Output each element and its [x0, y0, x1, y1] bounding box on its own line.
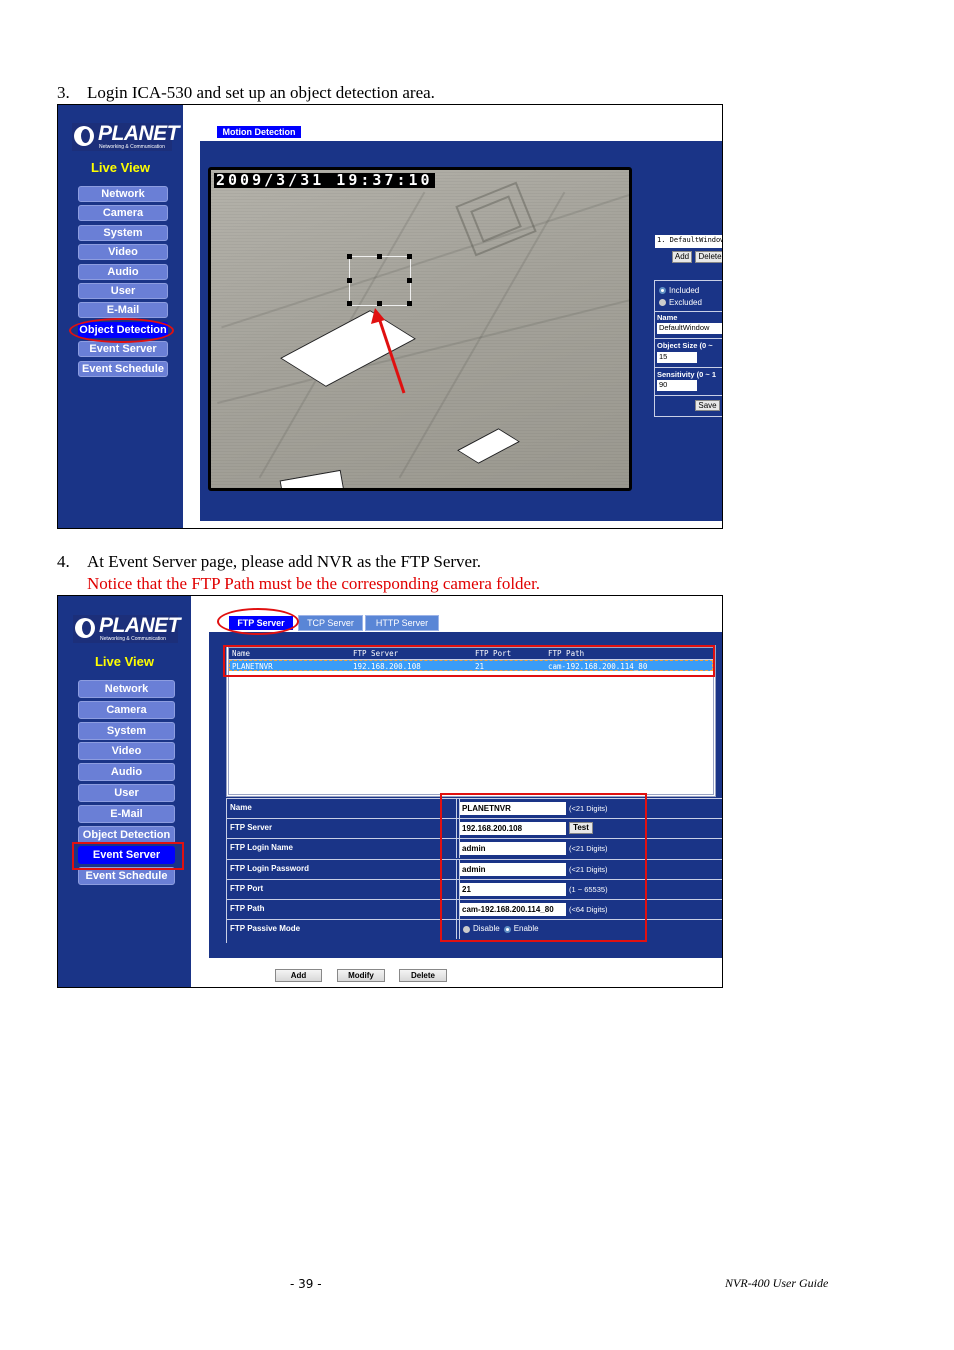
name-input[interactable]: DefaultWindow	[657, 323, 722, 334]
sidebar-item-object-detection[interactable]: Object Detection	[78, 825, 175, 844]
highlight-oval-object-detection	[69, 318, 174, 343]
divider	[655, 311, 722, 312]
tab-tcp-server[interactable]: TCP Server	[298, 615, 363, 631]
sidebar-item-network[interactable]: Network	[78, 186, 168, 202]
sidebar-item-user[interactable]: User	[78, 784, 175, 802]
highlight-box-event-server	[72, 842, 184, 870]
sensitivity-label: Sensitivity (0 ~ 1	[657, 370, 716, 379]
step-text: Login ICA-530 and set up an object detec…	[87, 83, 435, 102]
object-detection-screenshot: PLANET Networking & Communication Live V…	[57, 104, 723, 529]
sidebar-item-video[interactable]: Video	[78, 742, 175, 761]
video-timestamp: 2009/3/31 19:37:10	[214, 171, 435, 189]
tab-http-server[interactable]: HTTP Server	[365, 615, 439, 631]
page-number: - 39 -	[290, 1277, 322, 1291]
step-text: At Event Server page, please add NVR as …	[87, 552, 482, 571]
name-label: Name	[230, 803, 252, 812]
sidebar-item-audio[interactable]: Audio	[78, 763, 175, 782]
tab-motion-detection[interactable]: Motion Detection	[216, 125, 302, 139]
name-label: Name	[657, 313, 678, 322]
step-number: 3.	[57, 83, 70, 102]
excluded-radio[interactable]: Excluded	[659, 298, 702, 307]
delete-window-button[interactable]: Delete	[695, 251, 722, 263]
sidebar-item-video[interactable]: Video	[78, 244, 168, 261]
window-settings-form: Included Excluded Name DefaultWindow Obj…	[654, 280, 722, 417]
step-4-heading: 4. At Event Server page, please add NVR a…	[57, 552, 481, 572]
resize-handle[interactable]	[347, 301, 352, 306]
radio-off-icon	[659, 299, 666, 307]
resize-handle[interactable]	[347, 254, 352, 259]
ftp-port-label: FTP Port	[230, 883, 264, 893]
planet-logo: PLANET Networking & Communication	[73, 614, 181, 643]
sensitivity-input[interactable]: 90	[657, 380, 697, 391]
sidebar-item-camera[interactable]: Camera	[78, 700, 175, 719]
step-number: 4.	[57, 552, 70, 571]
sidebar-item-event-server[interactable]: Event Server	[78, 341, 168, 358]
highlight-box-fields	[440, 793, 647, 942]
planet-logo: PLANET Networking & Communication	[72, 122, 180, 151]
sidebar-item-camera[interactable]: Camera	[78, 205, 168, 222]
resize-handle[interactable]	[377, 301, 382, 306]
motion-detection-panel: 2009/3/31 19:37:10 1. DefaultWindow Add …	[200, 141, 722, 521]
sidebar: PLANET Networking & Communication Live V…	[58, 105, 183, 528]
object-size-label: Object Size (0 ~	[657, 341, 713, 350]
included-radio[interactable]: Included	[659, 286, 699, 295]
guide-title: NVR-400 User Guide	[725, 1276, 829, 1290]
sidebar-item-system[interactable]: System	[78, 721, 175, 740]
ftp-login-name-label: FTP Login Name	[230, 843, 293, 853]
divider	[655, 395, 722, 396]
ftp-passive-mode-label: FTP Passive Mode	[230, 924, 301, 934]
modify-button[interactable]: Modify	[337, 969, 385, 982]
ftp-login-password-label: FTP Login Password	[230, 863, 309, 873]
detection-window-list[interactable]: 1. DefaultWindow	[655, 235, 722, 248]
sidebar-item-e-mail[interactable]: E-Mail	[78, 804, 175, 823]
ftp-server-label: FTP Server	[230, 823, 273, 833]
live-view-link[interactable]: Live View	[58, 654, 191, 669]
divider	[655, 367, 722, 368]
highlight-box-list-row	[223, 645, 715, 677]
sidebar-item-system[interactable]: System	[78, 224, 168, 241]
delete-button[interactable]: Delete	[399, 969, 447, 982]
resize-handle[interactable]	[407, 301, 412, 306]
step-3-heading: 3. Login ICA-530 and set up an object det…	[57, 83, 435, 103]
planet-logo-icon	[74, 126, 94, 146]
detection-area-box[interactable]	[347, 254, 412, 306]
red-arrow-icon	[371, 308, 406, 394]
radio-on-icon	[659, 287, 666, 295]
object-size-input[interactable]: 15	[657, 352, 697, 363]
add-button[interactable]: Add	[275, 969, 322, 982]
sidebar-item-event-schedule[interactable]: Event Schedule	[78, 360, 168, 377]
resize-handle[interactable]	[407, 278, 412, 283]
divider	[655, 338, 722, 339]
sidebar: PLANET Networking & Communication Live V…	[58, 596, 191, 987]
resize-handle[interactable]	[347, 278, 352, 283]
sidebar-item-user[interactable]: User	[78, 283, 168, 299]
live-view-link[interactable]: Live View	[58, 160, 183, 175]
save-button[interactable]: Save	[695, 400, 720, 411]
step-4-notice: Notice that the FTP Path must be the cor…	[87, 574, 541, 593]
event-server-screenshot: PLANET Networking & Communication Live V…	[57, 595, 723, 988]
sidebar-item-audio[interactable]: Audio	[78, 263, 168, 280]
resize-handle[interactable]	[407, 254, 412, 259]
resize-handle[interactable]	[377, 254, 382, 259]
highlight-oval-ftp-tab	[217, 608, 299, 635]
add-window-button[interactable]: Add	[672, 251, 692, 263]
ftp-path-label: FTP Path	[230, 904, 265, 913]
sidebar-item-network[interactable]: Network	[78, 680, 175, 698]
planet-logo-icon	[75, 618, 95, 638]
camera-live-video[interactable]: 2009/3/31 19:37:10	[208, 167, 632, 491]
sidebar-item-e-mail[interactable]: E-Mail	[78, 302, 168, 319]
